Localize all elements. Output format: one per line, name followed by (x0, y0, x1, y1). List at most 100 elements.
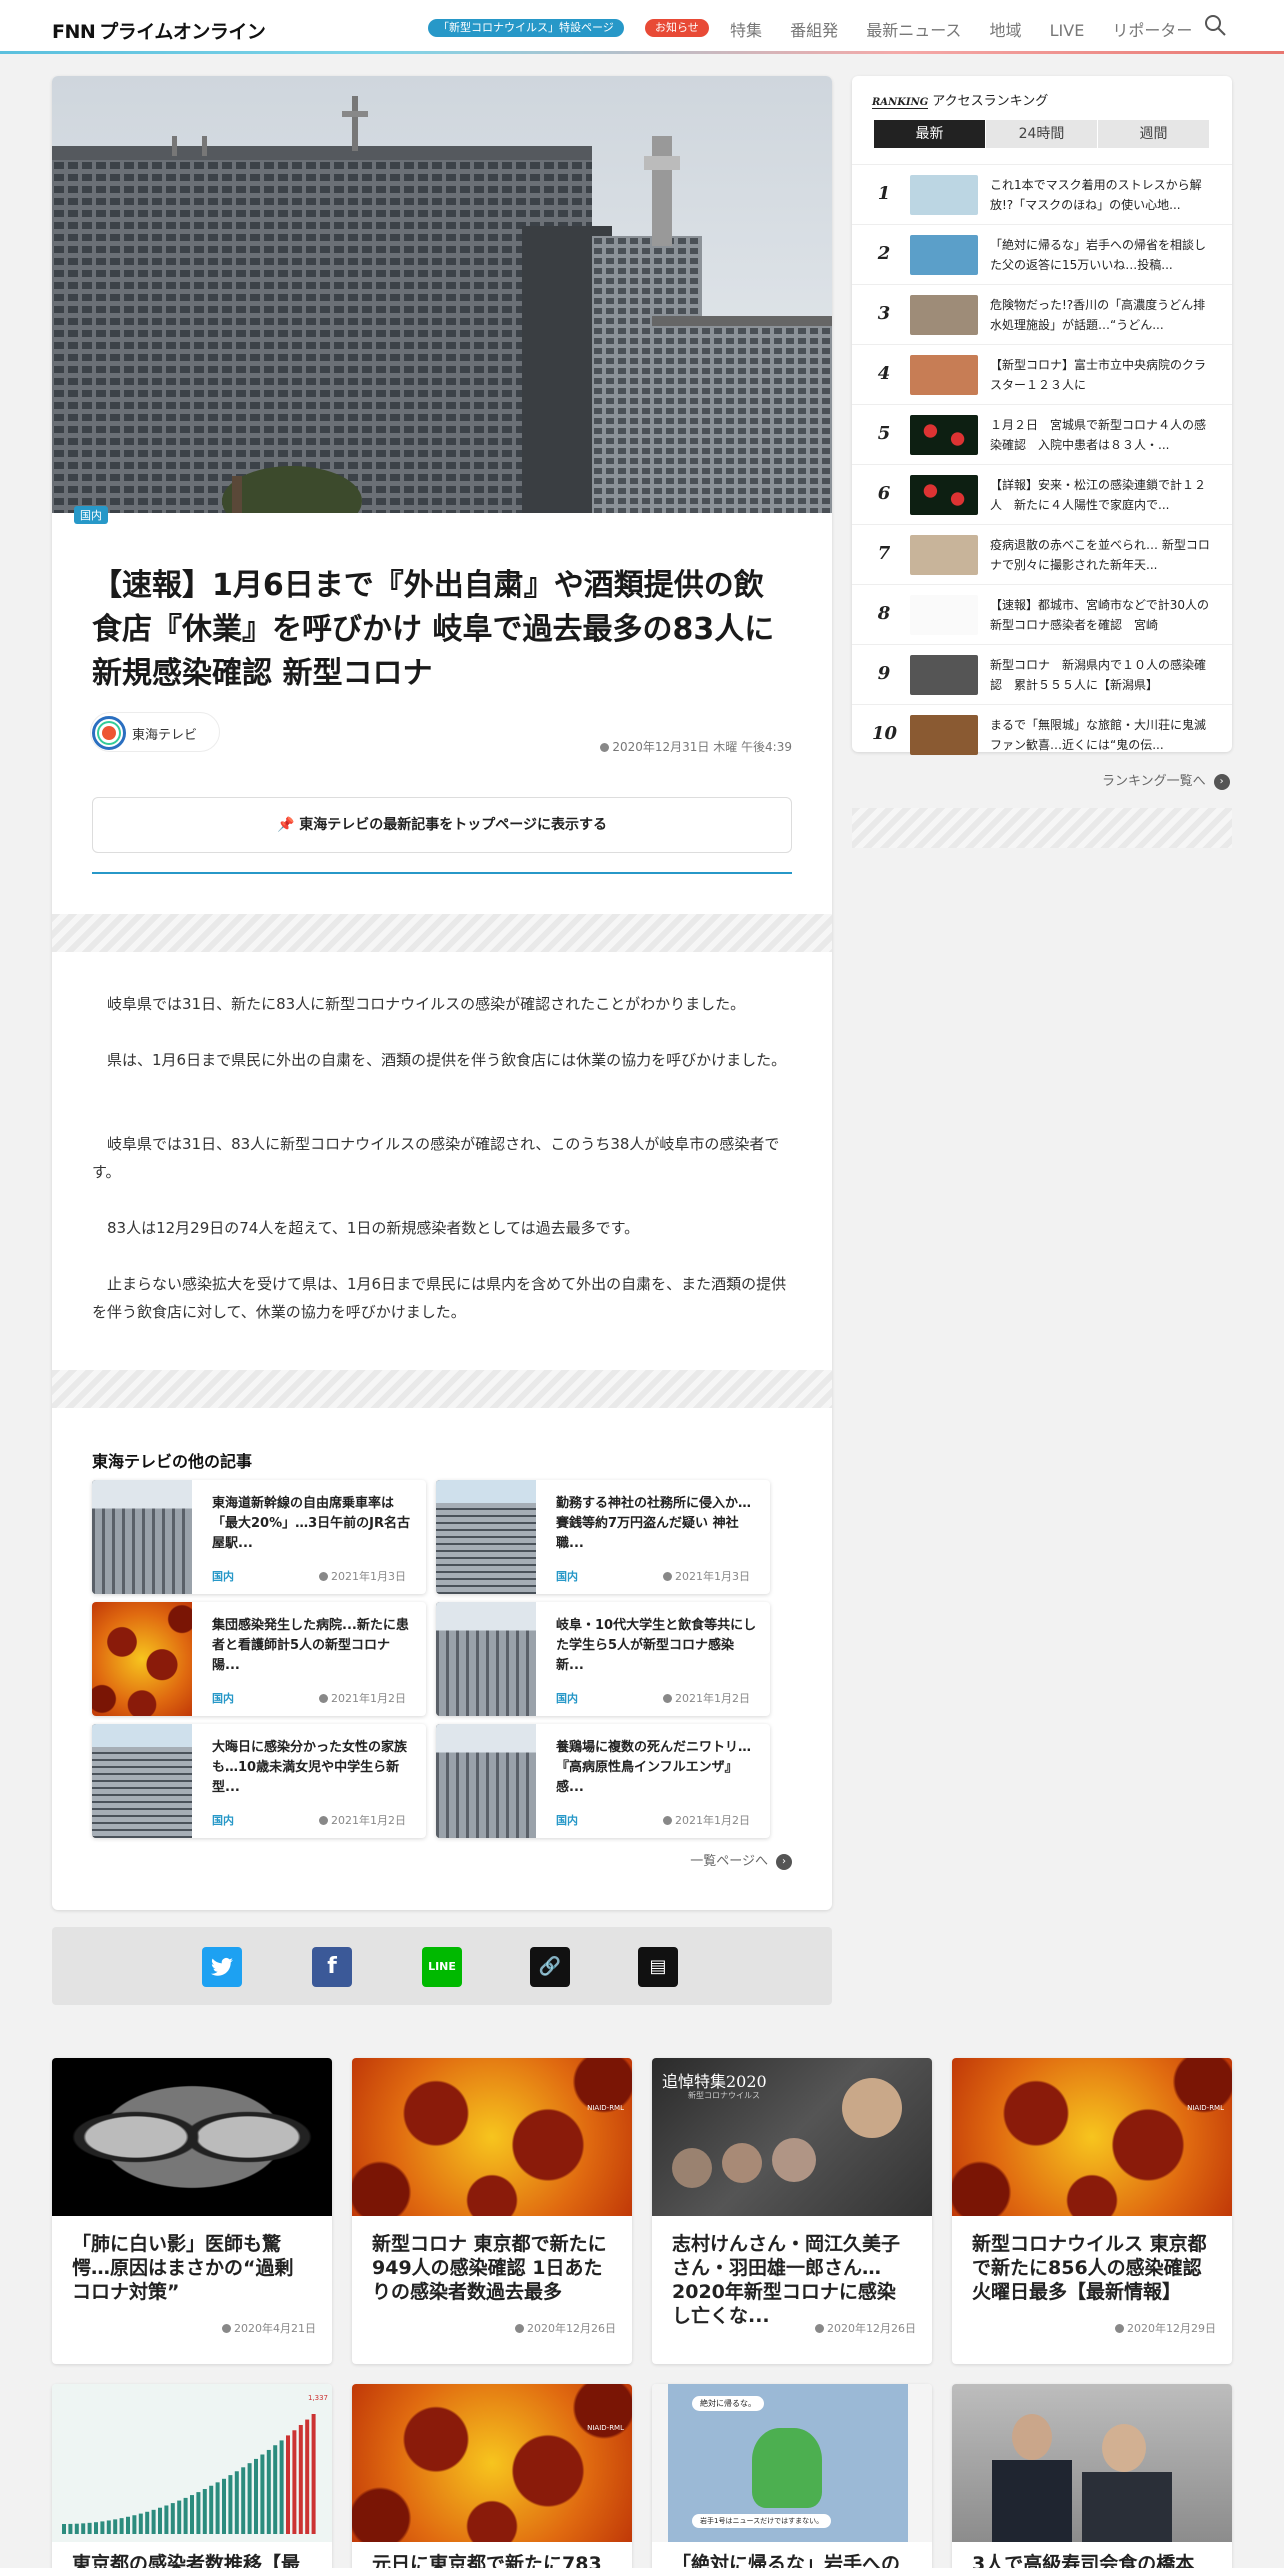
ad-placeholder (52, 914, 832, 952)
ranking-thumbnail (910, 655, 978, 695)
other-article-card[interactable]: 東海道新幹線の自由席乗車率は「最大20%」…3日午前のJR名古屋駅... 国内 … (92, 1480, 426, 1594)
ranking-number: 6 (877, 483, 891, 504)
tab-24h[interactable]: 24時間 (986, 120, 1098, 148)
ranking-thumbnail (910, 235, 978, 275)
ranking-item[interactable]: 7 疫病退散の赤べこを並べられ… 新型コロナで別々に撮影された新年天... (852, 524, 1232, 584)
chart-bar (183, 2497, 188, 2534)
ranking-panel: RANKING アクセスランキング 最新 24時間 週間 1 これ1本でマスク着用の… (852, 76, 1232, 755)
clock-icon (222, 2324, 231, 2333)
ranking-item[interactable]: 10 まるで「無限城」な旅館・大川荘に鬼滅ファン歓喜…近くには“鬼の伝... (852, 704, 1232, 764)
recommended-card[interactable]: NIAID-RML 新型コロナウイルス 東京都で新たに856人の感染確認 火曜日… (952, 2058, 1232, 2364)
twitter-share-button[interactable] (202, 1947, 242, 1987)
chart-bar (132, 2515, 137, 2534)
search-icon[interactable] (1204, 14, 1226, 36)
facebook-icon: f (327, 1954, 337, 1979)
chart-top-label: 1,337 (307, 2394, 328, 2402)
chart-bar (177, 2500, 182, 2534)
recommended-card[interactable]: 1,337 東京都の感染者数推移【最 (52, 2384, 332, 2568)
nav-item-programs[interactable]: 番組発 (790, 21, 838, 40)
ranking-number: 4 (877, 363, 891, 384)
source-name[interactable]: 東海テレビ (132, 724, 197, 743)
ranking-item[interactable]: 2 「絶対に帰るな」岩手への帰省を相談した父の返答に15万いいね…投稿... (852, 224, 1232, 284)
ranking-title: 危険物だった!?香川の「高濃度うどん排水処理施設」が話題…“うどん... (990, 298, 1206, 332)
chart-bar (311, 2414, 316, 2534)
copy-link-button[interactable]: 🔗 (530, 1947, 570, 1987)
nav-item-live[interactable]: LIVE (1050, 21, 1085, 40)
ranking-thumbnail (910, 715, 978, 755)
article-thumbnail (92, 1602, 192, 1716)
chart-bar (170, 2503, 175, 2534)
ranking-item[interactable]: 1 これ1本でマスク着用のストレスから解放!?「マスクのほね」の使い心地... (852, 164, 1232, 224)
chart-bar (126, 2516, 130, 2534)
chart-bar (190, 2495, 194, 2534)
others-list-link[interactable]: 一覧ページへ › (690, 1850, 792, 1870)
ad-placeholder (52, 1370, 832, 1408)
other-article-card[interactable]: 集団感染発生した病院...新たに患者と看護師計5人の新型コロナ陽... 国内 2… (92, 1602, 426, 1716)
chart-bar (74, 2523, 79, 2534)
tab-weekly[interactable]: 週間 (1098, 120, 1210, 148)
chart-bar (298, 2424, 303, 2534)
photo-credit: NIAID-RML (587, 2424, 624, 2432)
ranking-title: これ1本でマスク着用のストレスから解放!?「マスクのほね」の使い心地... (990, 178, 1202, 212)
ranking-list-link[interactable]: ランキング一覧へ › (1102, 770, 1230, 790)
chevron-right-icon: › (1213, 773, 1230, 790)
notice-link[interactable]: お知らせ (645, 19, 709, 37)
other-article-card[interactable]: 養鶏場に複数の死んだニワトリ…『高病原性鳥インフルエンザ』感... 国内 202… (436, 1724, 770, 1838)
press-photo (952, 2384, 1232, 2542)
follow-source-button[interactable]: 📌 東海テレビの最新記事をトップページに表示する (92, 797, 792, 853)
photo-credit: NIAID-RML (1187, 2104, 1224, 2112)
chart-bar (228, 2475, 233, 2534)
article-paragraph: 止まらない感染拡大を受けて県は、1月6日まで県民には県内を含めて外出の自粛を、ま… (92, 1275, 787, 1321)
nav-item-region[interactable]: 地域 (990, 21, 1022, 40)
ranking-item[interactable]: 9 新型コロナ 新潟県内で１０人の感染確認 累計５５５人に【新潟県】 (852, 644, 1232, 704)
chart-bar (81, 2523, 86, 2534)
ranking-item[interactable]: 8 【速報】都城市、宮崎市などで計30人の新型コロナ感染者を確認 宮崎 (852, 584, 1232, 644)
ranking-thumbnail (910, 535, 978, 575)
chart-bar (222, 2478, 226, 2534)
recommended-card[interactable]: 3人で高級寿司会食の橋本 (952, 2384, 1232, 2568)
recommended-card[interactable]: 追悼特集2020 新型コロナウイルス 志村けんさん・岡江久美子さん・羽田雄一郎さ… (652, 2058, 932, 2364)
ranking-item[interactable]: 3 危険物だった!?香川の「高濃度うどん排水処理施設」が話題…“うどん... (852, 284, 1232, 344)
nav-item-reporter[interactable]: リポーター (1112, 21, 1192, 40)
ranking-title: 【新型コロナ】富士市立中央病院のクラスター１２３人に (990, 358, 1207, 392)
recommended-card[interactable]: 「肺に白い影」医師も驚愕…原因はまさかの“過剰コロナ対策” 2020年4月21日 (52, 2058, 332, 2364)
chart-bar (273, 2445, 278, 2534)
ranking-item[interactable]: 6 【詳報】安来・松江の感染連鎖で計１２人 新たに４人陽性で家庭内で... (852, 464, 1232, 524)
divider (92, 872, 792, 874)
clock-icon (815, 2324, 824, 2333)
chart-bar (247, 2463, 252, 2534)
virus-image: NIAID-RML (352, 2058, 632, 2216)
nav-item-latest[interactable]: 最新ニュース (866, 21, 961, 40)
chevron-right-icon: › (776, 1853, 792, 1870)
chart-thumbnail: 1,337 (52, 2384, 332, 2542)
ranking-title: まるで「無限城」な旅館・大川荘に鬼滅ファン歓喜…近くには“鬼の伝... (990, 718, 1207, 752)
ranking-item[interactable]: 4 【新型コロナ】富士市立中央病院のクラスター１２３人に (852, 344, 1232, 404)
covid-special-link[interactable]: 「新型コロナウイルス」特設ページ (428, 19, 624, 37)
ranking-item[interactable]: 5 １月２日 宮城県で新型コロナ４人の感染確認 入院中患者は８３人・... (852, 404, 1232, 464)
comment-button[interactable]: ▤ (638, 1947, 678, 1987)
other-article-card[interactable]: 大晦日に感染分かった女性の家族も…10歳未満女児や中学生ら新型... 国内 20… (92, 1724, 426, 1838)
ranking-title: 【速報】都城市、宮崎市などで計30人の新型コロナ感染者を確認 宮崎 (990, 598, 1210, 632)
article-card: 国内 【速報】1月6日まで『外出自粛』や酒類提供の飲食店『休業』を呼びかけ 岐阜… (52, 76, 832, 1910)
recommended-card[interactable]: 絶対に帰るな。 岩手1号はニュースだけではすまない。 「絶対に帰るな」岩手への (652, 2384, 932, 2568)
facebook-share-button[interactable]: f (312, 1947, 352, 1987)
clock-icon (663, 1694, 672, 1703)
site-logo[interactable]: FNN プライムオンライン (52, 17, 266, 44)
article-paragraph: 岐阜県では31日、新たに83人に新型コロナウイルスの感染が確認されたことがわかり… (107, 995, 746, 1013)
ranking-thumbnail (910, 175, 978, 215)
clock-icon (1115, 2324, 1124, 2333)
other-article-card[interactable]: 勤務する神社の社務所に侵入か…賽銭等約7万円盗んだ疑い 神社職... 国内 20… (436, 1480, 770, 1594)
chart-bar (138, 2513, 143, 2534)
line-share-button[interactable]: LINE (422, 1947, 462, 1987)
chart-bar (266, 2449, 271, 2534)
other-article-card[interactable]: 岐阜・10代大学生と飲食等共にした学生ら5人が新型コロナ感染 新... 国内 2… (436, 1602, 770, 1716)
recommended-card[interactable]: NIAID-RML 元日に東京都で新たに783 (352, 2384, 632, 2568)
category-badge[interactable]: 国内 (74, 506, 108, 524)
ranking-title: 疫病退散の赤べこを並べられ… 新型コロナで別々に撮影された新年天... (990, 538, 1210, 572)
chart-bar (164, 2505, 169, 2534)
recommended-card[interactable]: NIAID-RML 新型コロナ 東京都で新たに949人の感染確認 1日あたりの感… (352, 2058, 632, 2364)
nav-item-feature[interactable]: 特集 (730, 21, 762, 40)
pin-icon: 📌 (276, 817, 300, 833)
chart-bar (119, 2518, 124, 2534)
tab-latest[interactable]: 最新 (874, 120, 986, 148)
